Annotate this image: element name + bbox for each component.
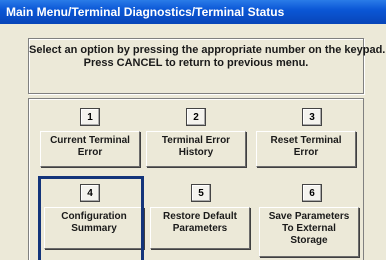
save-parameters-external-storage-button[interactable]: Save Parameters To External Storage (259, 207, 359, 257)
selection-highlight (38, 176, 144, 260)
option-3-label-line-1: Reset Terminal (270, 135, 342, 146)
option-5-label-line-1: Restore Default (163, 211, 237, 222)
option-2-label-line-1: Terminal Error (161, 135, 231, 146)
current-terminal-error-button[interactable]: Current Terminal Error (40, 131, 140, 167)
option-6-label-line-3: Storage (290, 235, 328, 246)
option-6-label-line-1: Save Parameters (268, 211, 350, 222)
instructions-panel: Select an option by pressing the appropr… (28, 38, 386, 94)
restore-default-parameters-button[interactable]: Restore Default Parameters (150, 207, 250, 249)
option-3-label-line-2: Error (293, 147, 319, 158)
terminal-error-history-button[interactable]: Terminal Error History (146, 131, 246, 167)
reset-terminal-error-button[interactable]: Reset Terminal Error (256, 131, 356, 167)
option-2-number-key[interactable]: 2 (186, 108, 206, 126)
instructions-line-1: Select an option by pressing the appropr… (29, 44, 386, 56)
title-bar: Main Menu/Terminal Diagnostics/Terminal … (0, 0, 386, 24)
option-6-label-line-2: To External (282, 223, 336, 234)
option-1-label-line-1: Current Terminal (50, 135, 130, 146)
option-3-number-key[interactable]: 3 (302, 108, 322, 126)
option-1-number-key[interactable]: 1 (80, 108, 100, 126)
instructions-line-2: Press CANCEL to return to previous menu. (83, 57, 309, 69)
terminal-status-window: Main Menu/Terminal Diagnostics/Terminal … (0, 0, 386, 260)
option-2-label-line-2: History (178, 147, 214, 158)
option-1-label-line-2: Error (77, 147, 103, 158)
option-5-number-key[interactable]: 5 (191, 184, 211, 202)
option-5-label-line-2: Parameters (172, 223, 228, 234)
option-6-number-key[interactable]: 6 (302, 184, 322, 202)
